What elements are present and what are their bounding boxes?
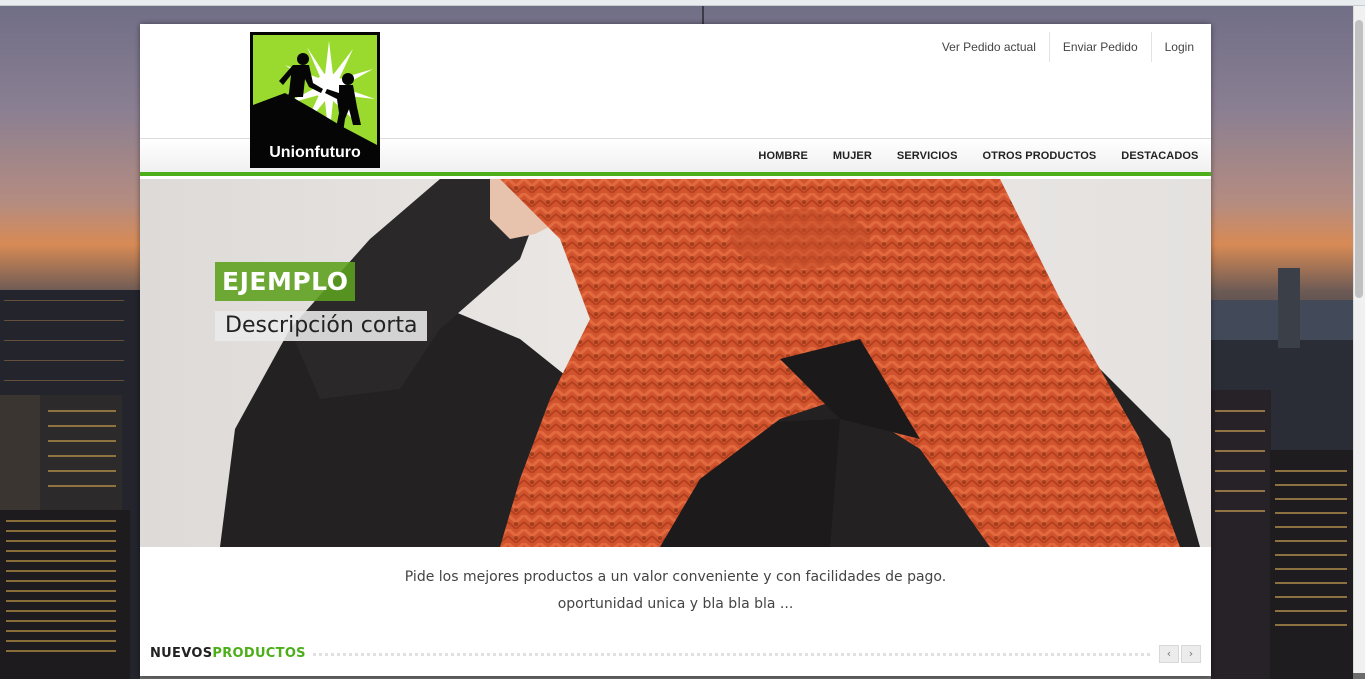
hero-image xyxy=(140,179,1211,547)
section-title: NUEVOSPRODUCTOS xyxy=(150,646,312,661)
tagline: Pide los mejores productos a un valor co… xyxy=(140,564,1211,618)
hero-title: EJEMPLO xyxy=(215,262,356,301)
view-order-link[interactable]: Ver Pedido actual xyxy=(929,32,1049,62)
carousel-controls: ‹ › xyxy=(1159,645,1201,663)
tagline-line-1: Pide los mejores productos a un valor co… xyxy=(404,569,947,585)
logo-text: Unionfuturo xyxy=(269,144,361,161)
login-link[interactable]: Login xyxy=(1150,32,1207,62)
nav-item-destacados[interactable]: DESTACADOS xyxy=(1109,150,1211,162)
site-container: Ver Pedido actual Enviar Pedido Login Un… xyxy=(140,24,1211,676)
site-logo[interactable]: Unionfuturo xyxy=(250,32,380,168)
hero-slider[interactable]: EJEMPLO Descripción corta xyxy=(140,179,1211,547)
browser-top-edge xyxy=(0,0,1365,6)
nav-item-otros-productos[interactable]: OTROS PRODUCTOS xyxy=(970,150,1109,162)
nav-item-mujer[interactable]: MUJER xyxy=(820,150,884,162)
nav-item-hombre[interactable]: HOMBRE xyxy=(746,150,821,162)
section-title-part1: NUEVOS xyxy=(150,646,213,661)
scrollbar-thumb[interactable] xyxy=(1355,20,1363,298)
nav-item-servicios[interactable]: SERVICIOS xyxy=(884,150,970,162)
hero-subtitle: Descripción corta xyxy=(215,311,428,341)
tagline-line-2: oportunidad unica y bla bla bla ... xyxy=(557,596,794,612)
section-divider xyxy=(300,653,1150,656)
top-links: Ver Pedido actual Enviar Pedido Login xyxy=(929,32,1207,62)
send-order-link[interactable]: Enviar Pedido xyxy=(1048,32,1151,62)
climbers-logo-icon xyxy=(253,35,377,145)
chevron-right-icon[interactable]: › xyxy=(1181,645,1201,663)
chevron-left-icon[interactable]: ‹ xyxy=(1159,645,1179,663)
section-title-part2: PRODUCTOS xyxy=(212,646,306,661)
main-nav: HOMBRE MUJER SERVICIOS OTROS PRODUCTOS D… xyxy=(746,139,1211,173)
new-products-header: NUEVOSPRODUCTOS ‹ › xyxy=(150,644,1201,664)
